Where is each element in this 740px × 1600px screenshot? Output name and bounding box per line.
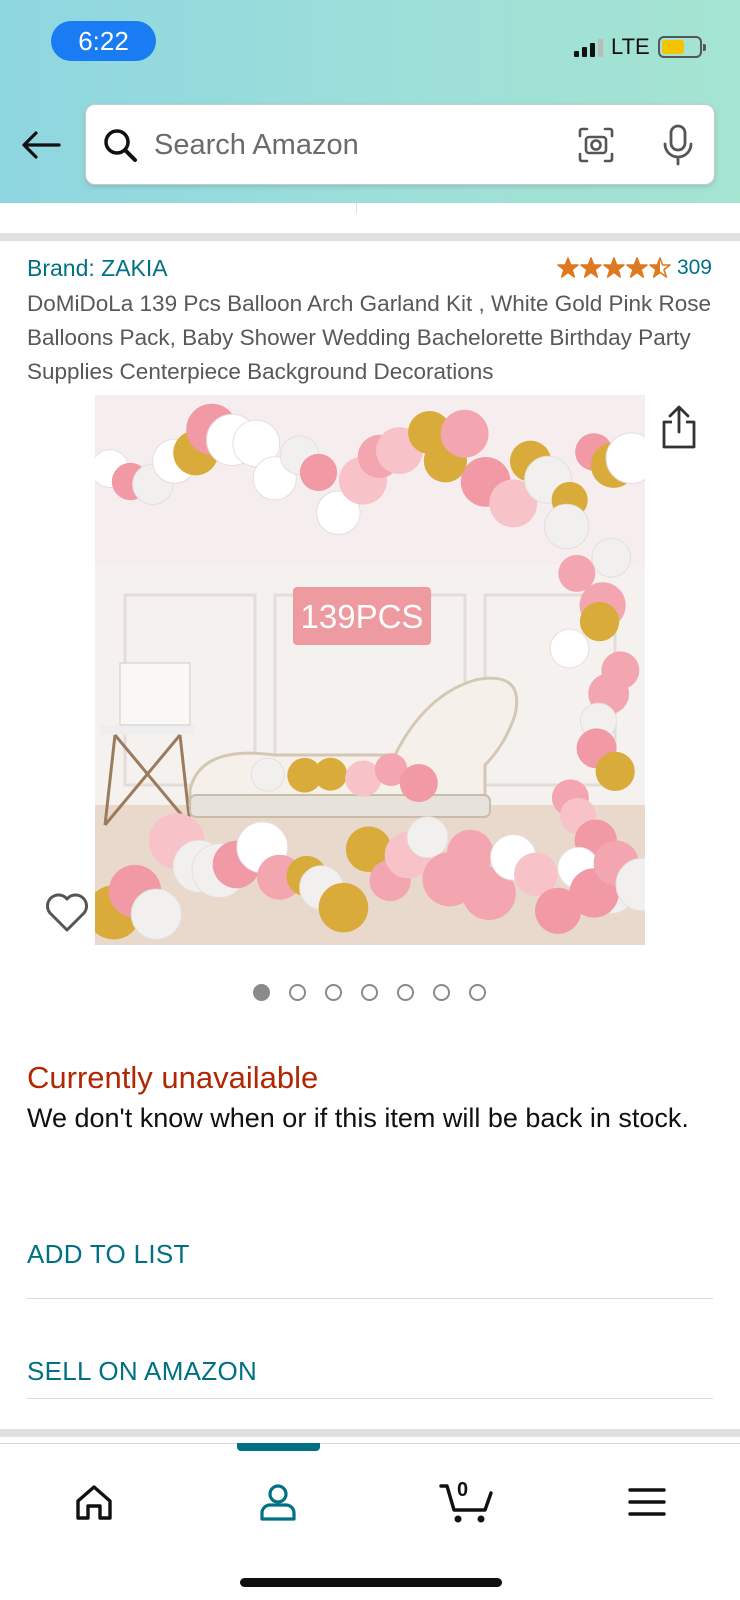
balloon <box>318 882 369 933</box>
screen: 6:22 LTE Search Amazon Brand: ZAKIA 309 … <box>0 0 740 1600</box>
status-indicators: LTE <box>574 34 706 60</box>
network-label: LTE <box>611 34 650 59</box>
image-label: 139PCS <box>301 598 424 635</box>
status-time: 6:22 <box>51 21 156 61</box>
balloon <box>130 888 182 940</box>
back-button[interactable] <box>18 122 64 168</box>
availability-status: Currently unavailable <box>27 1060 319 1095</box>
balloon <box>399 764 438 803</box>
battery-icon <box>657 36 706 58</box>
availability-message: We don't know when or if this item will … <box>27 1103 689 1133</box>
sub-strip <box>0 203 740 233</box>
camera-search-icon[interactable] <box>576 125 616 165</box>
balloon <box>250 757 285 792</box>
star-icon <box>580 257 602 278</box>
nav-menu[interactable] <box>617 1472 677 1532</box>
bottom-nav: 0 <box>0 1443 740 1600</box>
arrow-left-icon <box>22 131 61 159</box>
star-icon <box>557 257 579 278</box>
search-input[interactable] <box>154 123 534 167</box>
product-image[interactable]: 139PCS <box>95 395 645 945</box>
active-tab-indicator <box>237 1443 320 1451</box>
nav-cart[interactable]: 0 <box>432 1472 502 1532</box>
rating-count[interactable]: 309 <box>677 256 712 280</box>
nav-account[interactable] <box>248 1472 308 1532</box>
balloon <box>440 409 489 458</box>
microphone-icon[interactable] <box>658 123 698 167</box>
menu-icon <box>628 1488 666 1516</box>
star-icon <box>649 257 671 278</box>
balloon <box>406 816 449 859</box>
signal-icon <box>574 37 603 57</box>
section-divider <box>0 233 740 241</box>
balloon <box>591 537 632 578</box>
product-title: DoMiDoLa 139 Pcs Balloon Arch Garland Ki… <box>27 291 712 384</box>
carousel-dot[interactable] <box>253 984 270 1001</box>
image-carousel-dots[interactable] <box>253 984 486 1001</box>
balloon <box>314 757 348 791</box>
rating-stars <box>557 257 671 279</box>
divider <box>27 1398 713 1399</box>
carousel-dot[interactable] <box>325 984 342 1001</box>
carousel-dot[interactable] <box>289 984 306 1001</box>
home-indicator <box>240 1578 502 1587</box>
balloon <box>299 453 338 492</box>
divider <box>27 1298 713 1299</box>
carousel-dot[interactable] <box>469 984 486 1001</box>
carousel-dot[interactable] <box>361 984 378 1001</box>
carousel-dot[interactable] <box>397 984 414 1001</box>
home-icon <box>76 1485 112 1520</box>
nav-home[interactable] <box>64 1472 124 1532</box>
cart-count: 0 <box>457 1479 469 1501</box>
balloon <box>595 751 635 791</box>
balloon-garland-image: 139PCS <box>95 395 645 945</box>
balloon <box>543 503 590 550</box>
heart-icon[interactable] <box>44 890 90 934</box>
star-icon <box>603 257 625 278</box>
rating[interactable]: 309 <box>557 256 712 280</box>
add-to-list-link[interactable]: ADD TO LIST <box>27 1224 713 1284</box>
share-icon[interactable] <box>660 404 698 450</box>
section-divider <box>0 1429 740 1437</box>
carousel-dot[interactable] <box>433 984 450 1001</box>
balloon <box>579 601 620 642</box>
account-icon <box>260 1484 296 1521</box>
star-icon <box>626 257 648 278</box>
header: 6:22 LTE <box>0 0 740 203</box>
search-bar[interactable] <box>85 104 715 185</box>
brand-link[interactable]: Brand: ZAKIA <box>27 255 168 282</box>
search-icon[interactable] <box>102 127 138 163</box>
balloon <box>549 628 590 669</box>
sell-on-amazon-link[interactable]: SELL ON AMAZON <box>27 1341 713 1401</box>
